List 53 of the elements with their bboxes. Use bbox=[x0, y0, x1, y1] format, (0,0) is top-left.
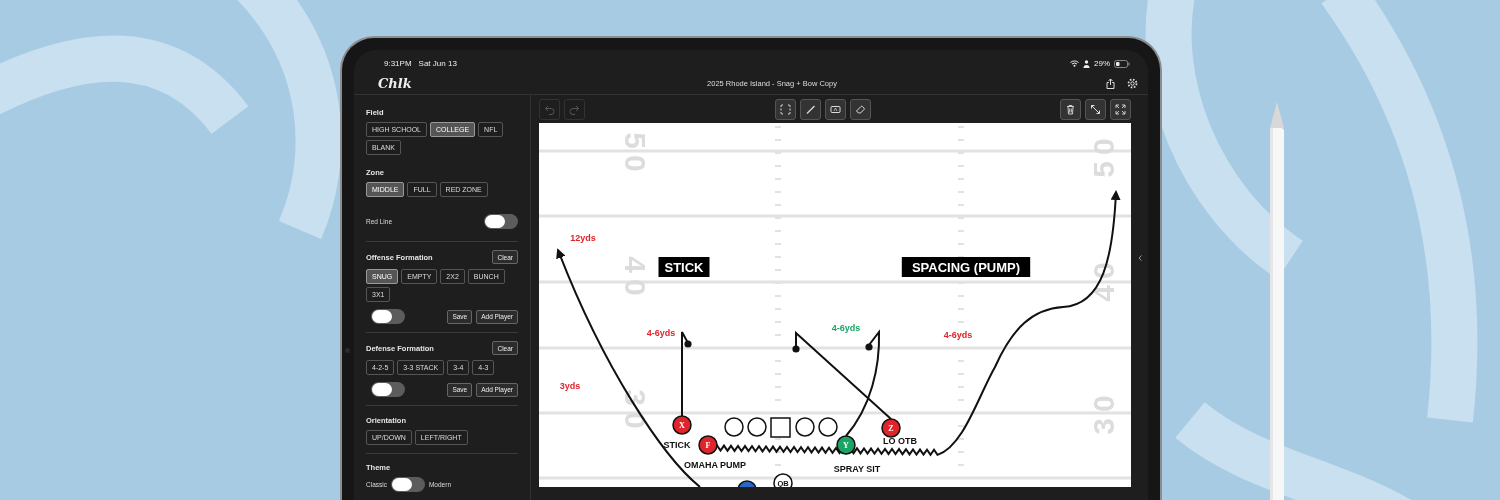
delete-icon bbox=[1065, 103, 1076, 115]
player-letter: Z bbox=[888, 423, 894, 433]
route-label: STICK bbox=[663, 440, 691, 450]
route-label: SPRAY SIT bbox=[833, 464, 881, 474]
fullscreen-button[interactable] bbox=[1110, 98, 1131, 120]
select-icon bbox=[779, 103, 791, 115]
select-button[interactable] bbox=[774, 98, 796, 120]
wifi-icon bbox=[1070, 60, 1079, 68]
distance-note: 4-6yds bbox=[646, 328, 676, 338]
text-box-button[interactable] bbox=[824, 98, 846, 120]
play-label: SPACING (PUMP) bbox=[901, 257, 1031, 277]
route-end-dot bbox=[865, 343, 873, 351]
chevron-left-icon[interactable] bbox=[1137, 254, 1142, 261]
status-time: 9:31PM bbox=[384, 59, 412, 69]
pen-button[interactable] bbox=[799, 98, 821, 120]
toggle-switch[interactable] bbox=[484, 214, 518, 229]
lineman-circle bbox=[747, 417, 767, 437]
route-end-dot bbox=[684, 340, 692, 348]
battery-icon bbox=[1114, 59, 1130, 68]
player-letter: F bbox=[705, 440, 711, 450]
player-letter: Y bbox=[843, 440, 849, 450]
settings-icon[interactable] bbox=[1127, 78, 1138, 90]
expand-button[interactable] bbox=[1085, 98, 1106, 120]
delete-button[interactable] bbox=[1060, 98, 1081, 120]
undo-icon bbox=[544, 103, 555, 115]
battery-percent: 29% bbox=[1094, 59, 1110, 69]
lineman-circle bbox=[724, 417, 744, 437]
toggle-switch[interactable] bbox=[371, 382, 405, 397]
center-square bbox=[770, 417, 791, 438]
distance-note: 4-6yds bbox=[943, 330, 973, 340]
person-icon bbox=[1083, 59, 1090, 68]
route-label: LO OTB bbox=[883, 436, 917, 446]
play-label: STICK bbox=[658, 257, 710, 277]
eraser-button[interactable] bbox=[849, 98, 871, 120]
toggle-switch[interactable] bbox=[371, 309, 405, 324]
distance-note: 3yds bbox=[559, 381, 581, 391]
route-end-dot bbox=[792, 345, 800, 353]
expand-icon bbox=[1090, 103, 1101, 115]
lineman-circle bbox=[818, 417, 838, 437]
player-letter: X bbox=[679, 420, 685, 430]
fullscreen-icon bbox=[1115, 103, 1126, 115]
text-box-icon bbox=[829, 103, 841, 115]
toggle-switch[interactable] bbox=[390, 477, 425, 492]
lineman-circle bbox=[795, 417, 815, 437]
pen-icon bbox=[804, 103, 816, 115]
share-icon[interactable] bbox=[1106, 78, 1115, 90]
redo-icon bbox=[569, 103, 580, 115]
route-label: OMAHA PUMP bbox=[683, 460, 747, 470]
status-date: Sat Jun 13 bbox=[418, 59, 457, 69]
distance-note: 12yds bbox=[570, 233, 596, 243]
distance-note: 4-6yds bbox=[831, 323, 861, 333]
app-logo: Chlk bbox=[378, 76, 413, 92]
eraser-icon bbox=[854, 103, 866, 115]
